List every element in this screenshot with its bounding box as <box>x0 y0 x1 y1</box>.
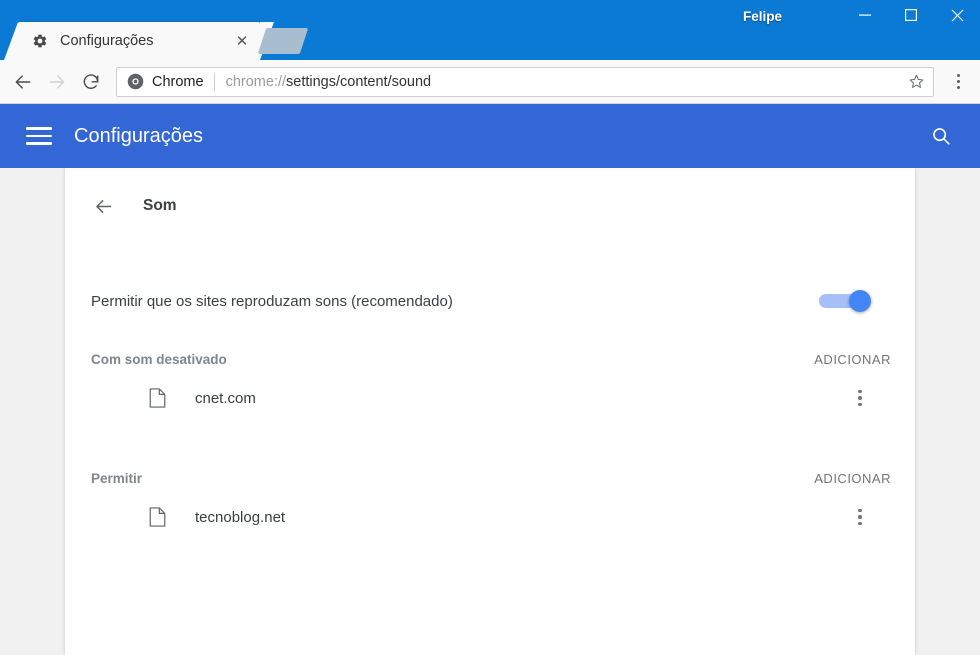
site-row-menu-button[interactable] <box>849 505 871 529</box>
subpage-header: Som <box>65 168 915 218</box>
gear-icon <box>33 34 47 48</box>
browser-toolbar: Chrome chrome://settings/content/sound <box>0 60 980 104</box>
window-minimize-button[interactable] <box>842 0 888 30</box>
section-divider <box>65 427 915 451</box>
url-path: settings/content/sound <box>286 73 432 90</box>
forward-button[interactable] <box>40 65 74 99</box>
site-row-menu-button[interactable] <box>849 386 871 410</box>
window-controls <box>842 0 980 30</box>
site-name: cnet.com <box>195 389 256 407</box>
page-icon <box>147 388 167 408</box>
table-row[interactable]: tecnoblog.net <box>65 488 915 546</box>
add-button-allow[interactable]: ADICIONAR <box>814 471 891 486</box>
arrow-left-icon <box>95 199 111 213</box>
browser-tab-settings[interactable]: Configurações ✕ <box>4 22 274 60</box>
settings-page-area: Som Permitir que os sites reproduzam son… <box>0 168 980 655</box>
sound-toggle-switch[interactable] <box>819 290 871 312</box>
section-header-muted: Com som desativado ADICIONAR <box>65 352 915 367</box>
bookmark-button[interactable] <box>903 69 929 95</box>
star-icon <box>909 74 923 88</box>
page-title: Som <box>143 197 177 214</box>
sound-toggle-label: Permitir que os sites reproduzam sons (r… <box>91 292 453 310</box>
chrome-badge: Chrome <box>127 73 214 90</box>
kebab-menu-icon <box>956 74 960 89</box>
window-titlebar: Configurações ✕ Felipe <box>0 0 980 60</box>
url-scheme: chrome:// <box>225 73 287 90</box>
new-tab-button[interactable] <box>257 28 309 54</box>
maximize-icon <box>905 9 917 21</box>
window-user-label: Felipe <box>742 9 782 24</box>
address-bar[interactable]: Chrome chrome://settings/content/sound <box>116 66 934 97</box>
chrome-logo-icon <box>127 73 144 90</box>
window-close-button[interactable] <box>934 0 980 30</box>
minimize-icon <box>859 14 871 16</box>
reload-button[interactable] <box>74 65 108 99</box>
close-icon <box>951 9 963 21</box>
toggle-knob <box>849 290 871 312</box>
hamburger-menu-icon[interactable] <box>26 127 52 145</box>
section-title-allow: Permitir <box>91 471 143 486</box>
tab-close-icon[interactable]: ✕ <box>232 31 252 51</box>
settings-title: Configurações <box>74 124 203 147</box>
omnibox-divider <box>213 72 215 91</box>
address-bar-url: chrome://settings/content/sound <box>226 74 903 90</box>
back-button[interactable] <box>6 65 40 99</box>
kebab-menu-icon <box>858 508 862 526</box>
arrow-right-icon <box>49 74 65 89</box>
table-row[interactable]: cnet.com <box>65 369 915 427</box>
reload-icon <box>83 73 99 89</box>
site-name: tecnoblog.net <box>195 508 286 526</box>
chrome-menu-button[interactable] <box>944 67 972 97</box>
kebab-menu-icon <box>858 389 862 407</box>
settings-header-bar: Configurações <box>0 104 980 168</box>
search-icon <box>933 128 950 145</box>
chrome-badge-label: Chrome <box>152 73 204 90</box>
window-maximize-button[interactable] <box>888 0 934 30</box>
settings-card: Som Permitir que os sites reproduzam son… <box>65 168 915 655</box>
document-icon <box>149 507 165 527</box>
tab-title: Configurações <box>60 33 154 49</box>
sound-toggle-row[interactable]: Permitir que os sites reproduzam sons (r… <box>65 270 915 332</box>
settings-search-button[interactable] <box>926 121 956 151</box>
arrow-left-icon <box>15 74 31 89</box>
add-button-muted[interactable]: ADICIONAR <box>814 352 891 367</box>
section-title-muted: Com som desativado <box>91 352 227 367</box>
subpage-back-button[interactable] <box>91 194 115 218</box>
section-header-allow: Permitir ADICIONAR <box>65 471 915 486</box>
page-icon <box>147 507 167 527</box>
document-icon <box>149 388 165 408</box>
